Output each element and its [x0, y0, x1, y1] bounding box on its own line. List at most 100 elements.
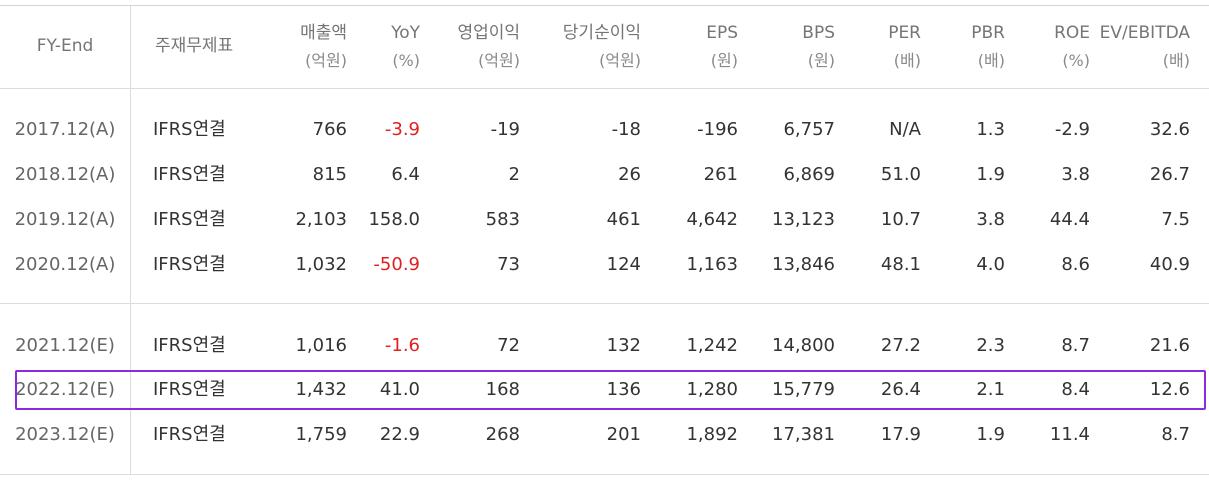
header-separator — [0, 88, 1209, 89]
cell-fy: 2018.12(A) — [14, 164, 116, 185]
cell-type: IFRS연결 — [153, 119, 226, 140]
cell-eps: 261 — [703, 164, 738, 185]
header-roe: ROE (%) — [1005, 20, 1090, 74]
header-pbr: PBR (배) — [921, 20, 1005, 74]
cell-type: IFRS연결 — [153, 164, 226, 185]
header-bps-label: BPS — [802, 23, 835, 43]
cell-eps: 1,163 — [686, 254, 738, 275]
header-eps-unit: (원) — [710, 51, 738, 70]
cell-bps: 13,123 — [772, 209, 835, 230]
cell-net: 132 — [606, 335, 641, 356]
selected-row-highlight — [15, 370, 1206, 410]
header-bps-unit: (원) — [807, 51, 835, 70]
cell-per: 51.0 — [880, 164, 921, 185]
header-statement-type: 주재무제표 — [155, 36, 234, 56]
cell-sales: 1,759 — [295, 424, 347, 445]
header-ev-ebitda-label: EV/EBITDA — [1099, 23, 1190, 43]
cell-sales: 2,103 — [295, 209, 347, 230]
cell-roe: 8.6 — [1061, 254, 1090, 275]
header-pbr-unit: (배) — [977, 51, 1005, 70]
header-net-income-label: 당기순이익 — [562, 23, 641, 43]
header-sales: 매출액 (억원) — [250, 20, 347, 74]
cell-pbr: 1.9 — [976, 424, 1005, 445]
cell-bps: 13,846 — [772, 254, 835, 275]
cell-sales: 1,032 — [295, 254, 347, 275]
column-divider — [130, 6, 131, 88]
cell-sales: 1,016 — [295, 335, 347, 356]
table-top-border — [0, 5, 1209, 6]
cell-fy: 2020.12(A) — [14, 254, 116, 275]
header-sales-unit: (억원) — [305, 51, 347, 70]
cell-yoy: -50.9 — [373, 254, 420, 275]
cell-sales: 815 — [312, 164, 347, 185]
header-roe-unit: (%) — [1062, 51, 1090, 70]
cell-ev: 7.5 — [1161, 209, 1190, 230]
header-per-label: PER — [888, 23, 921, 43]
table-row: 2021.12(E) IFRS연결 1,016 -1.6 72 132 1,242 14,80… — [0, 324, 1209, 368]
header-ev-ebitda: EV/EBITDA (배) — [1090, 20, 1190, 74]
actual-estimate-separator — [0, 303, 1209, 304]
header-operating-profit-unit: (억원) — [478, 51, 520, 70]
cell-eps: 4,642 — [686, 209, 738, 230]
cell-bps: 14,800 — [772, 335, 835, 356]
cell-op: 73 — [497, 254, 520, 275]
cell-pbr: 2.3 — [976, 335, 1005, 356]
cell-net: 201 — [606, 424, 641, 445]
cell-type: IFRS연결 — [153, 335, 226, 356]
table-bottom-border — [0, 474, 1209, 475]
header-bps: BPS (원) — [738, 20, 835, 74]
header-operating-profit-label: 영업이익 — [457, 23, 520, 43]
cell-net: 124 — [606, 254, 641, 275]
header-yoy-unit: (%) — [392, 51, 420, 70]
cell-op: 268 — [485, 424, 520, 445]
table-row: 2020.12(A) IFRS연결 1,032 -50.9 73 124 1,163 13,8… — [0, 243, 1209, 287]
header-operating-profit: 영업이익 (억원) — [420, 20, 520, 74]
header-sales-label: 매출액 — [300, 23, 347, 43]
cell-type: IFRS연결 — [153, 424, 226, 445]
header-yoy-label: YoY — [391, 23, 420, 43]
cell-roe: 44.4 — [1049, 209, 1090, 230]
cell-fy: 2017.12(A) — [14, 119, 116, 140]
cell-op: -19 — [490, 119, 520, 140]
cell-pbr: 3.8 — [976, 209, 1005, 230]
header-pbr-label: PBR — [971, 23, 1005, 43]
cell-ev: 26.7 — [1149, 164, 1190, 185]
cell-per: 27.2 — [880, 335, 921, 356]
cell-yoy: -1.6 — [384, 335, 420, 356]
cell-per: 48.1 — [880, 254, 921, 275]
cell-roe: 11.4 — [1049, 424, 1090, 445]
header-roe-label: ROE — [1054, 23, 1090, 43]
header-per: PER (배) — [835, 20, 921, 74]
cell-net: -18 — [611, 119, 641, 140]
cell-ev: 32.6 — [1149, 119, 1190, 140]
header-ev-ebitda-unit: (배) — [1162, 51, 1190, 70]
cell-eps: -196 — [697, 119, 738, 140]
cell-yoy: -3.9 — [384, 119, 420, 140]
cell-roe: -2.9 — [1054, 119, 1090, 140]
cell-roe: 3.8 — [1061, 164, 1090, 185]
table-row: 2017.12(A) IFRS연결 766 -3.9 -19 -18 -196 6,757 N/… — [0, 108, 1209, 152]
cell-per: 17.9 — [880, 424, 921, 445]
cell-per: N/A — [889, 119, 921, 140]
cell-ev: 21.6 — [1149, 335, 1190, 356]
table-row: 2023.12(E) IFRS연결 1,759 22.9 268 201 1,892 17,3… — [0, 413, 1209, 457]
cell-bps: 6,869 — [783, 164, 835, 185]
cell-fy: 2021.12(E) — [15, 335, 115, 356]
cell-yoy: 22.9 — [379, 424, 420, 445]
header-eps: EPS (원) — [641, 20, 738, 74]
cell-fy: 2019.12(A) — [14, 209, 116, 230]
cell-pbr: 4.0 — [976, 254, 1005, 275]
cell-eps: 1,892 — [686, 424, 738, 445]
cell-yoy: 6.4 — [391, 164, 420, 185]
cell-ev: 8.7 — [1161, 424, 1190, 445]
cell-fy: 2023.12(E) — [15, 424, 115, 445]
cell-op: 72 — [497, 335, 520, 356]
cell-op: 583 — [485, 209, 520, 230]
header-yoy: YoY (%) — [347, 20, 420, 74]
header-net-income: 당기순이익 (억원) — [520, 20, 641, 74]
cell-per: 10.7 — [880, 209, 921, 230]
cell-pbr: 1.3 — [976, 119, 1005, 140]
cell-net: 461 — [606, 209, 641, 230]
cell-pbr: 1.9 — [976, 164, 1005, 185]
header-fy-end: FY-End — [36, 36, 94, 56]
